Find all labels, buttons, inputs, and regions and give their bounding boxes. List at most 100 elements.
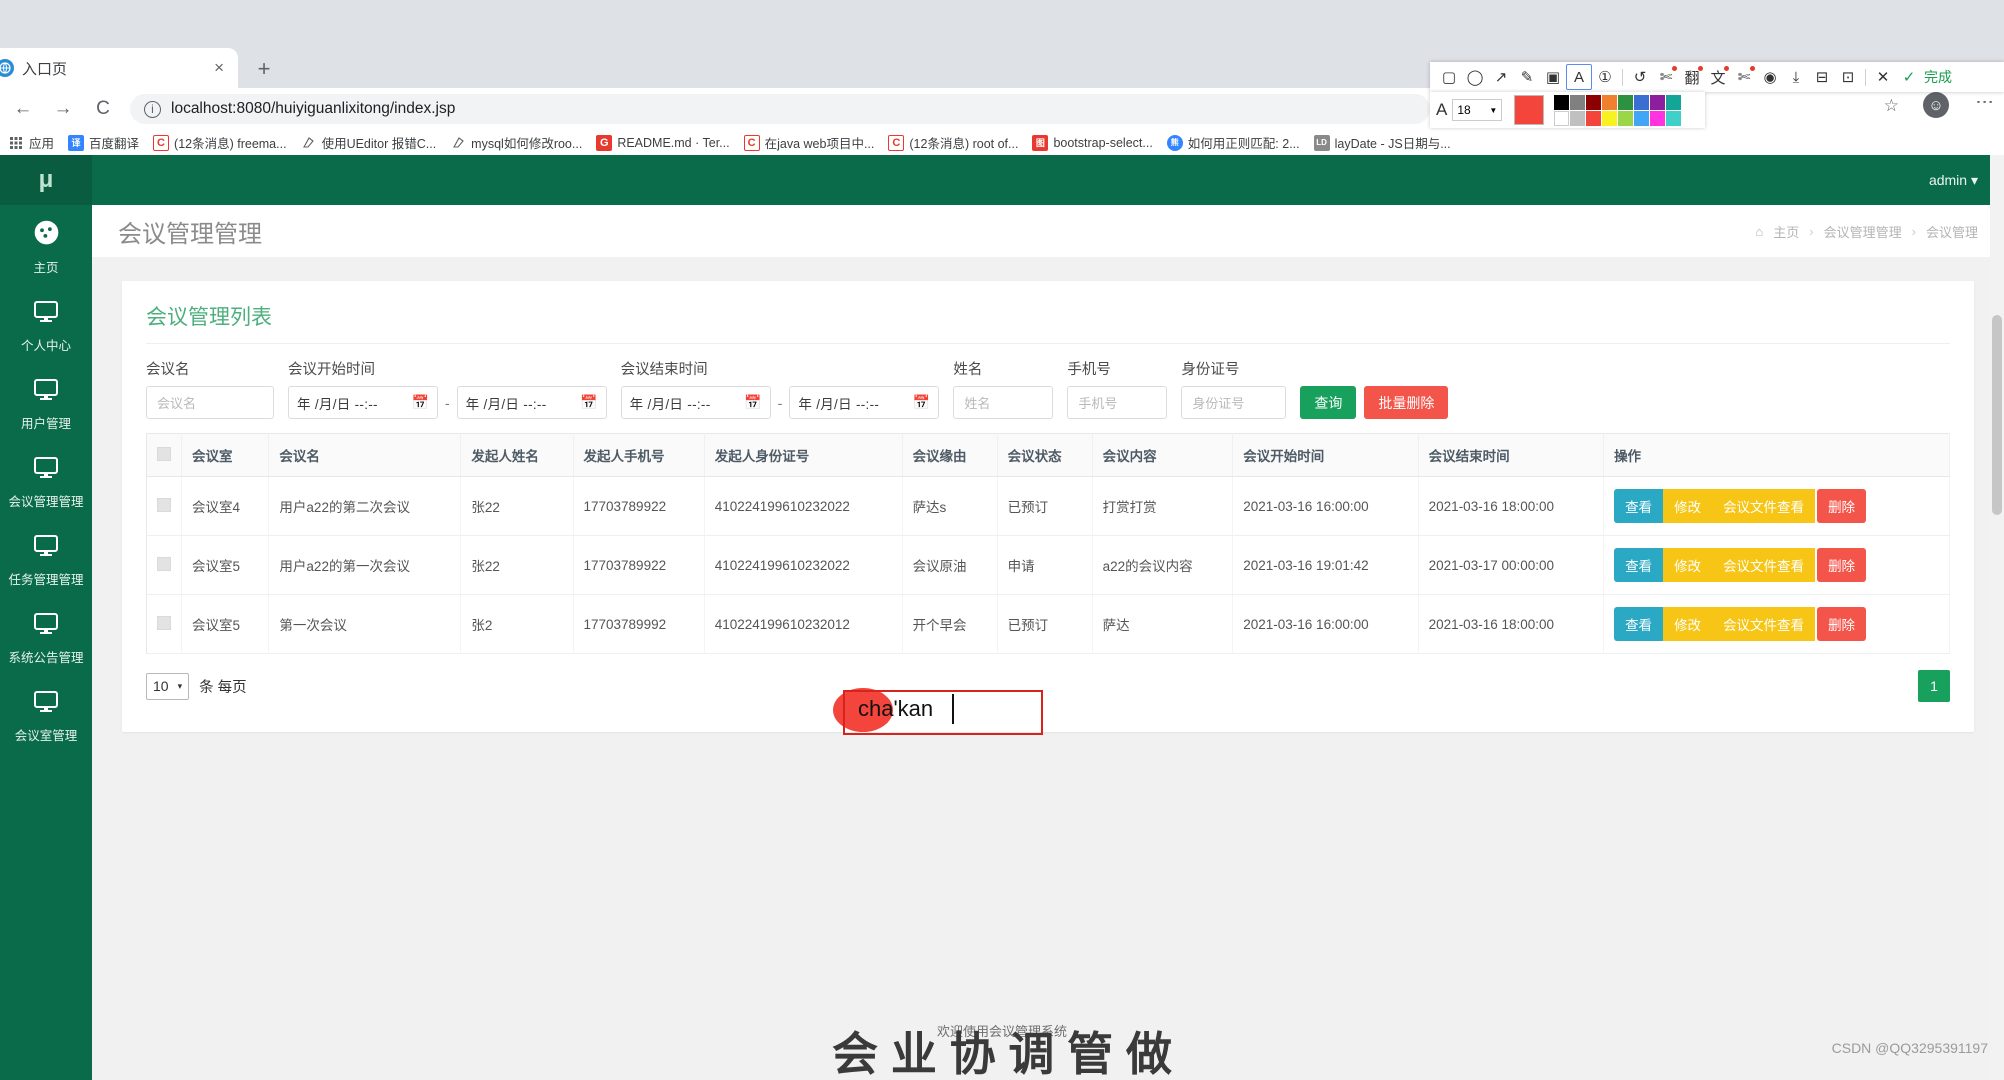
- meeting-file-button[interactable]: 会议文件查看: [1712, 548, 1816, 582]
- bookmark-item[interactable]: mysql如何修改roo...: [450, 133, 582, 152]
- color-swatch[interactable]: [1634, 110, 1650, 126]
- sidebar-item-5[interactable]: 任务管理管理: [0, 520, 92, 598]
- color-swatch[interactable]: [1618, 94, 1634, 110]
- color-swatch[interactable]: [1586, 94, 1602, 110]
- batch-delete-button[interactable]: 批量删除: [1364, 386, 1449, 419]
- current-color-swatch[interactable]: [1514, 95, 1545, 125]
- color-swatch[interactable]: [1666, 94, 1682, 110]
- color-swatch[interactable]: [1634, 94, 1650, 110]
- rectangle-icon[interactable]: ▢: [1436, 64, 1462, 90]
- delete-button[interactable]: 删除: [1817, 548, 1867, 582]
- select-all-checkbox[interactable]: [157, 446, 171, 461]
- avatar[interactable]: ☺: [1923, 92, 1949, 118]
- sidebar-item-2[interactable]: 个人中心: [0, 286, 92, 364]
- translate-icon[interactable]: 文: [1705, 64, 1731, 90]
- row-checkbox[interactable]: [157, 556, 171, 571]
- start-time-from-input[interactable]: 年 /月/日 --:-- 📅: [288, 386, 438, 419]
- record-icon[interactable]: ◉: [1757, 64, 1783, 90]
- row-checkbox[interactable]: [157, 615, 171, 630]
- done-button[interactable]: 完成: [1922, 67, 1952, 87]
- arrow-icon[interactable]: ↗: [1488, 64, 1514, 90]
- color-swatch[interactable]: [1618, 110, 1634, 126]
- color-swatch[interactable]: [1602, 110, 1618, 126]
- edit-button[interactable]: 修改: [1663, 489, 1713, 523]
- back-icon[interactable]: ←: [6, 92, 40, 126]
- new-tab-button[interactable]: +: [250, 55, 278, 83]
- download-icon[interactable]: ⤓: [1783, 64, 1809, 90]
- table-row[interactable]: 会议室5 第一次会议 张2 17703789992 410224199610232012…: [146, 594, 1950, 654]
- browser-tab[interactable]: 入口页 ×: [0, 48, 238, 88]
- page-button-1[interactable]: 1: [1918, 670, 1950, 702]
- idcard-input[interactable]: 身份证号: [1181, 386, 1287, 419]
- sidebar-item-7[interactable]: 会议室管理: [0, 676, 92, 754]
- edit-button[interactable]: 修改: [1663, 548, 1713, 582]
- table-row[interactable]: 会议室5 用户a22的第一次会议 张22 17703789922 41022419961…: [146, 535, 1950, 595]
- site-info-icon[interactable]: i: [144, 100, 161, 118]
- calendar-icon[interactable]: 📅: [412, 394, 429, 411]
- view-button[interactable]: 查看: [1614, 607, 1664, 641]
- reload-icon[interactable]: C: [86, 92, 120, 126]
- bookmark-item[interactable]: 译百度翻译: [68, 133, 139, 152]
- view-button[interactable]: 查看: [1614, 489, 1664, 523]
- serial-number-icon[interactable]: ①: [1592, 64, 1618, 90]
- bookmark-item[interactable]: G README.md · Ter...: [596, 134, 730, 151]
- color-swatch[interactable]: [1602, 94, 1618, 110]
- ocr-icon[interactable]: 翻: [1679, 64, 1705, 90]
- table-row[interactable]: 会议室4 用户a22的第二次会议 张22 17703789922 41022419961…: [146, 476, 1950, 536]
- color-swatch[interactable]: [1650, 110, 1666, 126]
- bookmark-item[interactable]: LD layDate - JS日期与...: [1313, 133, 1451, 152]
- sidebar-item-1[interactable]: 主页: [0, 205, 92, 286]
- calendar-icon[interactable]: 📅: [913, 394, 930, 411]
- calendar-icon[interactable]: 📅: [744, 394, 761, 411]
- vertical-scrollbar[interactable]: [1990, 155, 2004, 1080]
- edit-button[interactable]: 修改: [1663, 607, 1713, 641]
- color-swatch[interactable]: [1554, 94, 1570, 110]
- phone-input[interactable]: 手机号: [1067, 386, 1168, 419]
- save-icon[interactable]: ⊟: [1809, 64, 1835, 90]
- color-swatch[interactable]: [1554, 110, 1570, 126]
- bookmark-item[interactable]: C (12条消息) freema...: [153, 133, 287, 152]
- breadcrumb-item[interactable]: 主页: [1773, 222, 1799, 241]
- bookmark-item[interactable]: 图 bootstrap-select...: [1032, 134, 1153, 151]
- page-size-select[interactable]: 10 ▾: [146, 672, 190, 700]
- delete-button[interactable]: 删除: [1817, 489, 1867, 523]
- cut-icon[interactable]: ✄: [1653, 64, 1679, 90]
- text-icon[interactable]: A: [1566, 64, 1592, 90]
- meeting-file-button[interactable]: 会议文件查看: [1712, 607, 1816, 641]
- forward-icon[interactable]: →: [46, 92, 80, 126]
- color-swatch[interactable]: [1586, 110, 1602, 126]
- color-swatch[interactable]: [1650, 94, 1666, 110]
- bookmark-icon[interactable]: ⊡: [1835, 64, 1861, 90]
- name-input[interactable]: 姓名: [953, 386, 1054, 419]
- sidebar-item-4[interactable]: 会议管理管理: [0, 442, 92, 520]
- pin-icon[interactable]: ✄: [1731, 64, 1757, 90]
- sidebar-item-3[interactable]: 用户管理: [0, 364, 92, 442]
- delete-button[interactable]: 删除: [1817, 607, 1867, 641]
- color-swatch[interactable]: [1666, 110, 1682, 126]
- scrollbar-thumb[interactable]: [1992, 315, 2002, 515]
- bookmark-item[interactable]: 熊如何用正则匹配: 2...: [1166, 133, 1300, 152]
- bookmark-item[interactable]: C 在java web项目中...: [743, 133, 874, 152]
- color-swatch[interactable]: [1570, 110, 1586, 126]
- ellipse-icon[interactable]: ◯: [1462, 64, 1488, 90]
- confirm-icon[interactable]: ✓: [1896, 64, 1922, 90]
- close-icon[interactable]: ×: [208, 58, 230, 78]
- breadcrumb-item[interactable]: 会议管理: [1926, 222, 1978, 241]
- color-palette[interactable]: [1554, 94, 1682, 126]
- end-time-from-input[interactable]: 年 /月/日 --:-- 📅: [620, 386, 771, 419]
- end-time-to-input[interactable]: 年 /月/日 --:-- 📅: [789, 386, 940, 419]
- address-bar[interactable]: i localhost:8080/huiyiguanlixitong/index…: [130, 94, 1430, 124]
- view-button[interactable]: 查看: [1614, 548, 1664, 582]
- sidebar-item-6[interactable]: 系统公告管理: [0, 598, 92, 676]
- row-checkbox[interactable]: [157, 497, 171, 512]
- query-button[interactable]: 查询: [1300, 386, 1357, 419]
- meeting-file-button[interactable]: 会议文件查看: [1712, 489, 1816, 523]
- calendar-icon[interactable]: 📅: [580, 394, 597, 411]
- mosaic-icon[interactable]: ▣: [1540, 64, 1566, 90]
- bookmark-item[interactable]: 应用: [8, 133, 54, 152]
- bookmark-item[interactable]: C (12条消息) root of...: [888, 133, 1018, 152]
- pen-icon[interactable]: ✎: [1514, 64, 1540, 90]
- color-swatch[interactable]: [1570, 94, 1586, 110]
- bookmark-star-icon[interactable]: ☆: [1884, 96, 1899, 116]
- meeting-name-input[interactable]: 会议名: [146, 386, 274, 419]
